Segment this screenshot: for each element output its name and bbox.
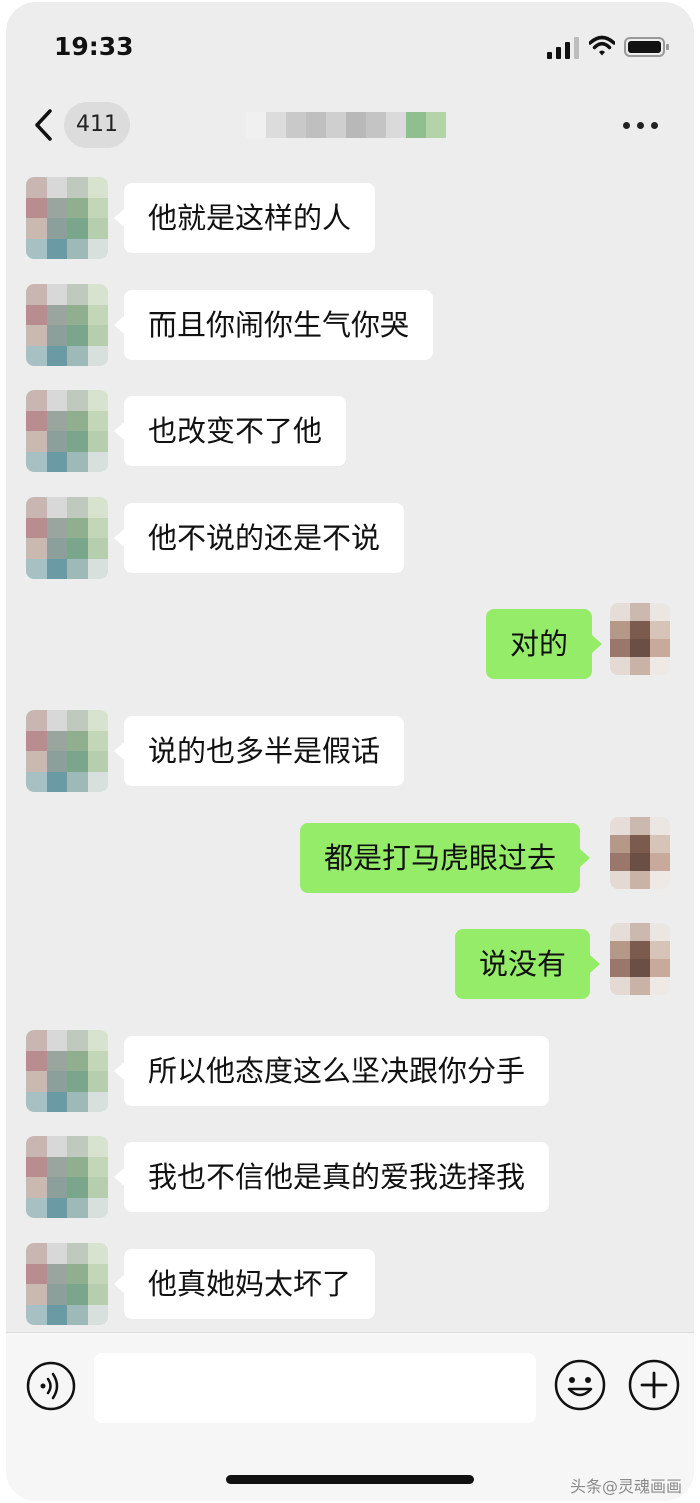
contact-avatar[interactable]	[26, 284, 108, 366]
contact-avatar[interactable]	[26, 710, 108, 792]
battery-icon	[624, 37, 669, 57]
status-bar: 19:33	[6, 2, 694, 82]
chat-nav-bar: 411	[6, 92, 694, 162]
self-avatar[interactable]	[610, 923, 670, 995]
chat-title-blurred	[246, 112, 446, 138]
wifi-icon	[589, 35, 615, 56]
incoming-message-bubble[interactable]: 我也不信他是真的爱我选择我	[113, 1142, 550, 1212]
incoming-message-bubble[interactable]: 他不说的还是不说	[113, 503, 405, 573]
message-input[interactable]	[94, 1353, 536, 1423]
message-row: 说没有	[6, 923, 694, 1003]
incoming-message-bubble[interactable]: 他真她妈太坏了	[113, 1249, 376, 1319]
watermark: 头条@灵魂画画	[569, 1477, 682, 1496]
emoji-icon[interactable]	[554, 1359, 606, 1411]
message-row: 他不说的还是不说	[6, 497, 694, 579]
message-row: 他真她妈太坏了	[6, 1243, 694, 1325]
phone-screen: 19:33 411 他就是这样的人 而且你闹你生气你哭 也改变不了他 他不说的还是不说…	[6, 2, 694, 1501]
incoming-message-bubble[interactable]: 也改变不了他	[113, 396, 347, 466]
message-row: 都是打马虎眼过去	[6, 817, 694, 897]
message-row: 而且你闹你生气你哭	[6, 284, 694, 366]
message-row: 说的也多半是假话	[6, 710, 694, 792]
incoming-message-bubble[interactable]: 而且你闹你生气你哭	[113, 290, 434, 360]
unread-count-badge[interactable]: 411	[64, 102, 130, 148]
contact-avatar[interactable]	[26, 497, 108, 579]
voice-icon[interactable]	[26, 1361, 76, 1411]
self-avatar[interactable]	[610, 603, 670, 675]
message-row: 我也不信他是真的爱我选择我	[6, 1136, 694, 1218]
outgoing-message-bubble[interactable]: 对的	[486, 609, 603, 679]
input-bar: 头条@灵魂画画	[6, 1332, 694, 1501]
status-time: 19:33	[54, 32, 134, 61]
contact-avatar[interactable]	[26, 1136, 108, 1218]
message-row: 对的	[6, 603, 694, 683]
message-row: 他就是这样的人	[6, 177, 694, 259]
contact-avatar[interactable]	[26, 177, 108, 259]
outgoing-message-bubble[interactable]: 说没有	[455, 929, 601, 999]
outgoing-message-bubble[interactable]: 都是打马虎眼过去	[300, 823, 591, 893]
incoming-message-bubble[interactable]: 他就是这样的人	[113, 183, 376, 253]
signal-icon	[547, 37, 579, 59]
chevron-left-icon[interactable]	[32, 108, 54, 142]
plus-circle-icon[interactable]	[628, 1359, 680, 1411]
message-row: 所以他态度这么坚决跟你分手	[6, 1030, 694, 1112]
message-row: 也改变不了他	[6, 390, 694, 472]
more-horizontal-icon[interactable]	[621, 120, 661, 132]
contact-avatar[interactable]	[26, 1243, 108, 1325]
self-avatar[interactable]	[610, 817, 670, 889]
incoming-message-bubble[interactable]: 说的也多半是假话	[113, 716, 405, 786]
home-indicator	[226, 1475, 474, 1484]
contact-avatar[interactable]	[26, 1030, 108, 1112]
incoming-message-bubble[interactable]: 所以他态度这么坚决跟你分手	[113, 1036, 550, 1106]
contact-avatar[interactable]	[26, 390, 108, 472]
